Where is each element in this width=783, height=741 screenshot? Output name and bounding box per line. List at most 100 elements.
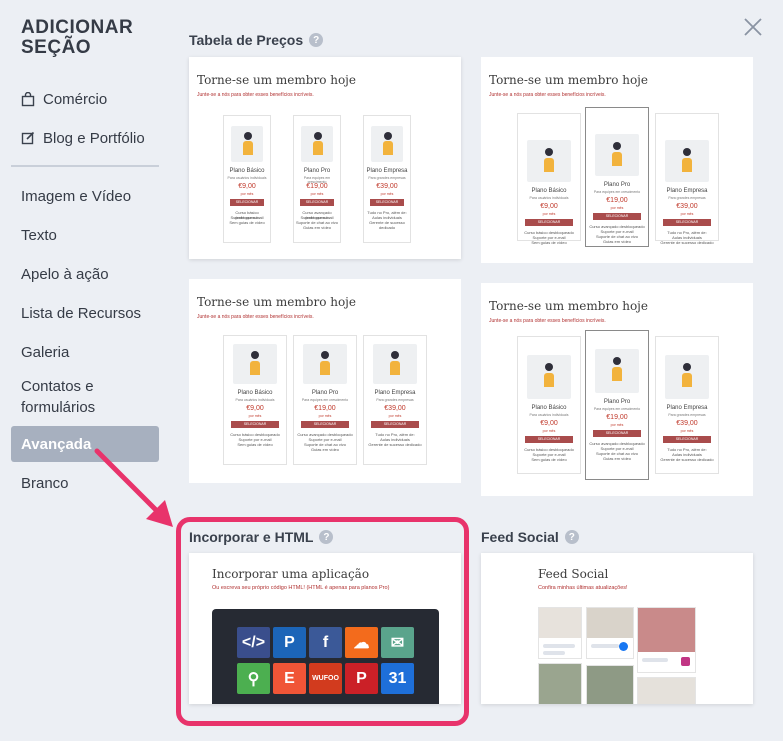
plan-illustration <box>300 126 334 162</box>
plan-price: €19,00 <box>306 183 328 190</box>
plan-select-button: SELECIONAR <box>663 219 711 226</box>
calendar-icon: 31 <box>381 663 414 694</box>
plan-illustration <box>595 349 639 393</box>
plan-price: €39,00 <box>384 405 406 412</box>
plan-period: por mês <box>248 414 262 418</box>
plan-select-button: SELECIONAR <box>663 436 711 443</box>
plan-illustration <box>665 355 709 399</box>
plan-feature: Sem guias de vídeo <box>531 457 567 462</box>
help-icon[interactable]: ? <box>319 530 334 544</box>
plan-price: €9,00 <box>246 405 264 412</box>
plan-price: €19,00 <box>606 414 628 421</box>
plan-period: por mês <box>610 423 624 427</box>
social-post-tile <box>538 663 582 704</box>
sidebar-item-comercio[interactable]: Comércio <box>11 81 159 117</box>
plan-description: Para usuários individuais <box>529 196 569 200</box>
plan-name: Plano Empresa <box>666 405 708 411</box>
plan-period: por mês <box>680 429 694 433</box>
plan-feature: Sem guias de vídeo <box>531 240 567 245</box>
pricing-plan-column: Plano Pro Para equipes em crescimento €19,… <box>585 330 649 480</box>
pricing-plan-column: Plano Básico Para usuários individuais €9,… <box>517 336 581 474</box>
pricing-template-card[interactable]: Torne-se um membro hoje Junte-se a nós pa… <box>481 283 753 496</box>
section-title-social: Feed Social ? <box>481 529 579 545</box>
pricing-plan-column: Plano Pro Para equipes em crescimento €19,… <box>293 115 341 243</box>
pricing-plan-column: Plano Básico Para usuários individuais €9,… <box>517 113 581 245</box>
close-button[interactable] <box>740 14 766 40</box>
plan-name: Plano Pro <box>603 182 631 188</box>
plan-illustration <box>373 344 417 384</box>
pricing-card-subheading: Junte-se a nós para obter esses benefíci… <box>489 92 606 98</box>
sidebar-item-contatos[interactable]: Contatos e formulários <box>11 376 159 420</box>
plan-price: €39,00 <box>676 420 698 427</box>
sidebar-item-avancada[interactable]: Avançada <box>11 426 159 462</box>
plan-select-button: SELECIONAR <box>371 421 419 428</box>
plan-price: €9,00 <box>540 420 558 427</box>
embed-template-card[interactable]: Incorporar uma aplicação Ou escreva seu … <box>189 553 461 704</box>
sidebar-item-branco[interactable]: Branco <box>11 465 159 501</box>
plan-feature: Sem guias de vídeo <box>229 220 265 225</box>
plan-price: €9,00 <box>238 183 256 190</box>
pricing-template-card[interactable]: Torne-se um membro hoje Junte-se a nós pa… <box>189 279 461 483</box>
plan-select-button: SELECIONAR <box>231 421 279 428</box>
google-maps-icon: ⚲ <box>237 663 270 694</box>
plan-period: por mês <box>240 192 254 196</box>
instagram-icon <box>681 657 690 666</box>
plan-name: Plano Básico <box>531 405 567 411</box>
pricing-card-heading: Torne-se um membro hoje <box>197 295 357 309</box>
sidebar-item-galeria[interactable]: Galeria <box>11 334 159 370</box>
pricing-plan-column: Plano Empresa Para grandes empresas €39,00… <box>655 336 719 474</box>
sidebar-item-label: Blog e Portfólio <box>43 129 145 147</box>
wufoo-icon: WUFOO <box>309 663 342 694</box>
sidebar-item-lista-recursos[interactable]: Lista de Recursos <box>11 295 159 331</box>
plan-description: Para usuários individuais <box>235 398 275 402</box>
section-title-text: Feed Social <box>481 529 559 545</box>
social-card-subtitle: Confira minhas últimas atualizações! <box>538 585 628 591</box>
plan-description: Para equipes em crescimento <box>301 398 349 402</box>
pricing-card-heading: Torne-se um membro hoje <box>197 73 357 87</box>
plan-name: Plano Pro <box>603 399 631 405</box>
plan-name: Plano Pro <box>311 390 339 396</box>
sidebar-item-apelo[interactable]: Apelo à ação <box>11 256 159 292</box>
sidebar-title: ADICIONAR SEÇÃO <box>21 17 134 58</box>
plan-name: Plano Empresa <box>666 188 708 194</box>
plan-select-button: SELECIONAR <box>299 199 335 206</box>
plan-period: por mês <box>310 192 324 196</box>
sidebar-item-imagem-video[interactable]: Imagem e Vídeo <box>11 178 159 214</box>
pricing-plan-column: Plano Empresa Para grandes empresas €39,00… <box>655 113 719 245</box>
section-title-text: Incorporar e HTML <box>189 529 314 545</box>
plan-feature: Guias em vídeo <box>310 447 339 452</box>
plan-description: Para usuários individuais <box>529 413 569 417</box>
plan-illustration <box>233 344 277 384</box>
pricing-template-card[interactable]: Torne-se um membro hoje Junte-se a nós pa… <box>481 57 753 263</box>
facebook-icon: f <box>309 627 342 658</box>
help-icon[interactable]: ? <box>309 33 324 47</box>
pricing-card-heading: Torne-se um membro hoje <box>489 73 649 87</box>
close-icon <box>744 18 762 36</box>
plan-select-button: SELECIONAR <box>593 430 641 437</box>
help-icon[interactable]: ? <box>564 530 579 544</box>
plan-feature: Sem guias de vídeo <box>237 442 273 447</box>
facebook-icon <box>619 642 628 651</box>
plan-select-button: SELECIONAR <box>525 436 573 443</box>
sidebar-item-texto[interactable]: Texto <box>11 217 159 253</box>
section-title-pricing: Tabela de Preços ? <box>189 32 324 48</box>
plan-feature: Guias em vídeo <box>302 225 331 230</box>
pricing-plan-column: Plano Empresa Para grandes empresas €39,00… <box>363 335 427 465</box>
pricing-template-card[interactable]: Torne-se um membro hoje Junte-se a nós pa… <box>189 57 461 259</box>
pricing-card-subheading: Junte-se a nós para obter esses benefíci… <box>489 318 606 324</box>
sidebar-item-blog[interactable]: Blog e Portfólio <box>11 120 159 156</box>
code-icon: </> <box>237 627 270 658</box>
plan-description: Para usuários individuais <box>227 176 267 180</box>
social-post-tile <box>637 677 696 704</box>
plan-name: Plano Básico <box>229 168 265 174</box>
soundcloud-icon: ☁ <box>345 627 378 658</box>
edit-icon <box>21 131 43 145</box>
plan-feature: Gerente de sucesso dedicado <box>660 457 714 462</box>
plan-select-button: SELECIONAR <box>301 421 349 428</box>
plan-name: Plano Pro <box>303 168 331 174</box>
plan-description: Para grandes empresas <box>368 176 406 180</box>
bag-icon <box>21 91 43 107</box>
plan-period: por mês <box>542 212 556 216</box>
plan-feature: Gerente de sucesso dedicado <box>660 240 714 245</box>
social-feed-template-card[interactable]: Feed Social Confira minhas últimas atual… <box>481 553 753 704</box>
